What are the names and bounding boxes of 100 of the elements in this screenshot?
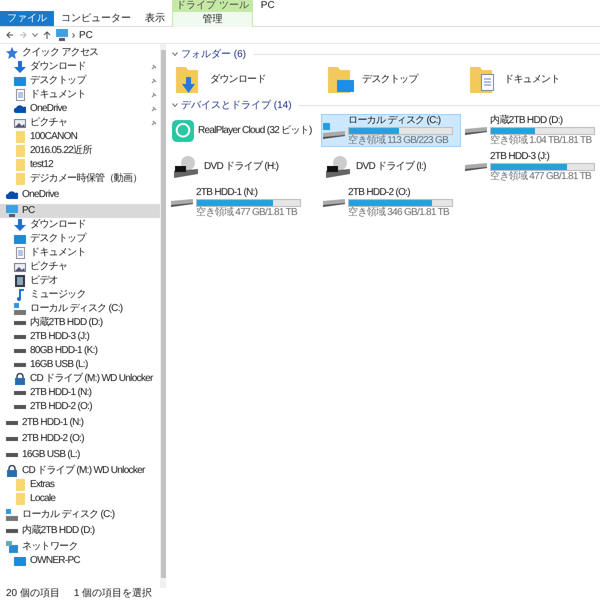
nav-item[interactable]: 内蔵2TB HDD (D:): [0, 524, 160, 538]
drive-name: 2TB HDD-2 (O:): [348, 188, 411, 198]
app-tile[interactable]: RealPlayer Cloud (32 ビット): [169, 114, 319, 147]
nav-item[interactable]: 2016.05.22近所: [0, 144, 160, 158]
nav-item[interactable]: OneDrive: [0, 188, 160, 202]
nav-item[interactable]: デジカメー時保管（動画）: [0, 172, 160, 186]
drive-tile[interactable]: 2TB HDD-1 (N:) 空き領域 477 GB/1.81 TB: [169, 186, 319, 219]
forward-arrow-icon[interactable]: [19, 31, 27, 39]
dvd-drive-tile[interactable]: DVD ドライブ (H:): [169, 150, 319, 183]
nav-item[interactable]: CD ドライブ (M:) WD Unlocker: [0, 372, 160, 386]
folder-tile[interactable]: ダウンロード: [169, 63, 319, 96]
free-space-text: 空き領域 113 GB/223 GB: [348, 136, 450, 146]
nav-item[interactable]: ダウンロード: [0, 60, 160, 74]
nav-item[interactable]: test12: [0, 158, 160, 172]
drive-icon: [14, 321, 26, 325]
drive-icon: [6, 421, 18, 425]
back-arrow-icon[interactable]: [6, 31, 14, 39]
pin-icon[interactable]: [151, 78, 157, 84]
folder-icon: [16, 479, 24, 491]
status-selection: 1 個の項目を選択: [74, 589, 152, 599]
chevron-down-icon[interactable]: [32, 33, 38, 37]
computer-icon: [6, 205, 18, 217]
free-space-text: 空き領域 1.04 TB/1.81 TB: [490, 136, 593, 146]
nav-item[interactable]: PC: [0, 204, 160, 218]
folder-tile[interactable]: デスクトップ: [321, 63, 461, 96]
up-arrow-icon[interactable]: [43, 31, 51, 39]
nav-item[interactable]: OneDrive: [0, 102, 160, 116]
picture-icon: [14, 262, 26, 272]
nav-item[interactable]: ビデオ: [0, 274, 160, 288]
nav-item[interactable]: 80GB HDD-1 (K:): [0, 344, 160, 358]
drive-icon: [6, 453, 18, 457]
drive-icon: [323, 198, 345, 206]
folder-icon: [470, 66, 496, 92]
nav-item[interactable]: 2TB HDD-2 (O:): [0, 400, 160, 414]
nav-item[interactable]: OWNER-PC: [0, 554, 160, 568]
nav-item[interactable]: ネットワーク: [0, 540, 160, 554]
music-note-icon: [16, 289, 24, 301]
dvd-drive-tile[interactable]: DVD ドライブ (I:): [321, 150, 461, 183]
drive-tile[interactable]: ローカル ディスク (C:) 空き領域 113 GB/223 GB: [321, 114, 461, 147]
drive-icon: [465, 126, 487, 134]
nav-item[interactable]: Extras: [0, 478, 160, 492]
folder-icon: [16, 159, 24, 171]
folder-tile[interactable]: ドキュメント: [463, 63, 600, 96]
drive-icon: [465, 162, 487, 170]
tool-tab-header: ドライブ ツール: [172, 0, 253, 12]
chevron-down-icon[interactable]: [172, 52, 178, 56]
scrollbar[interactable]: [160, 44, 166, 588]
nav-item[interactable]: 2TB HDD-3 (J:): [0, 330, 160, 344]
free-space-text: 空き領域 477 GB/1.81 TB: [490, 172, 592, 182]
section-header[interactable]: デバイスとドライブ (14): [181, 98, 292, 112]
drive-tile[interactable]: 2TB HDD-2 (O:) 空き領域 346 GB/1.81 TB: [321, 186, 461, 219]
nav-item[interactable]: CD ドライブ (M:) WD Unlocker: [0, 464, 160, 478]
ribbon-tab[interactable]: コンピューター: [54, 11, 138, 26]
nav-item[interactable]: 2TB HDD-1 (N:): [0, 416, 160, 430]
document-icon: [16, 247, 24, 259]
drive-name: ローカル ディスク (C:): [348, 116, 442, 126]
ribbon-tab[interactable]: 表示: [138, 11, 172, 26]
nav-item[interactable]: 100CANON: [0, 130, 160, 144]
nav-item[interactable]: 16GB USB (L:): [0, 448, 160, 462]
drive-icon: [171, 198, 193, 206]
drive-tile[interactable]: 内蔵2TB HDD (D:) 空き領域 1.04 TB/1.81 TB: [463, 114, 600, 147]
nav-item[interactable]: ピクチャ: [0, 116, 160, 130]
drive-tile[interactable]: 2TB HDD-3 (J:) 空き領域 477 GB/1.81 TB: [463, 150, 600, 183]
pin-icon[interactable]: [151, 120, 157, 126]
section-header[interactable]: フォルダー (6): [181, 46, 246, 62]
pin-icon[interactable]: [151, 92, 157, 98]
chevron-down-icon[interactable]: [172, 103, 178, 107]
address-bar[interactable]: PC: [56, 28, 93, 42]
chevron-right-icon: [72, 32, 75, 38]
nav-item[interactable]: ミュージック: [0, 288, 160, 302]
ribbon-tab[interactable]: 管理: [172, 12, 253, 27]
monitor-icon: [14, 76, 26, 86]
nav-item[interactable]: ローカル ディスク (C:): [0, 508, 160, 522]
nav-item[interactable]: 内蔵2TB HDD (D:): [0, 316, 160, 330]
folder-icon: [16, 493, 24, 505]
nav-item[interactable]: 2TB HDD-1 (N:): [0, 386, 160, 400]
network-icon: [6, 541, 18, 553]
dvd-drive-icon: [326, 156, 350, 178]
nav-item[interactable]: ドキュメント: [0, 246, 160, 260]
folder-icon: [16, 173, 24, 185]
nav-item[interactable]: クイック アクセス: [0, 46, 160, 60]
nav-item[interactable]: デスクトップ: [0, 232, 160, 246]
monitor-icon: [14, 556, 26, 566]
folder-icon: [16, 131, 24, 143]
drive-icon: [6, 529, 18, 533]
nav-item[interactable]: 16GB USB (L:): [0, 358, 160, 372]
nav-item[interactable]: ローカル ディスク (C:): [0, 302, 160, 316]
nav-item[interactable]: Locale: [0, 492, 160, 506]
nav-item[interactable]: デスクトップ: [0, 74, 160, 88]
nav-item[interactable]: ドキュメント: [0, 88, 160, 102]
nav-item[interactable]: ダウンロード: [0, 218, 160, 232]
cloud-icon: [14, 105, 26, 113]
pin-icon[interactable]: [151, 106, 157, 112]
nav-item[interactable]: 2TB HDD-2 (O:): [0, 432, 160, 446]
folder-icon: [16, 145, 24, 157]
ribbon-tab[interactable]: ファイル: [0, 11, 54, 26]
nav-item[interactable]: ピクチャ: [0, 260, 160, 274]
drive-icon: [14, 335, 26, 339]
drive-icon: [14, 405, 26, 409]
pin-icon[interactable]: [151, 64, 157, 70]
